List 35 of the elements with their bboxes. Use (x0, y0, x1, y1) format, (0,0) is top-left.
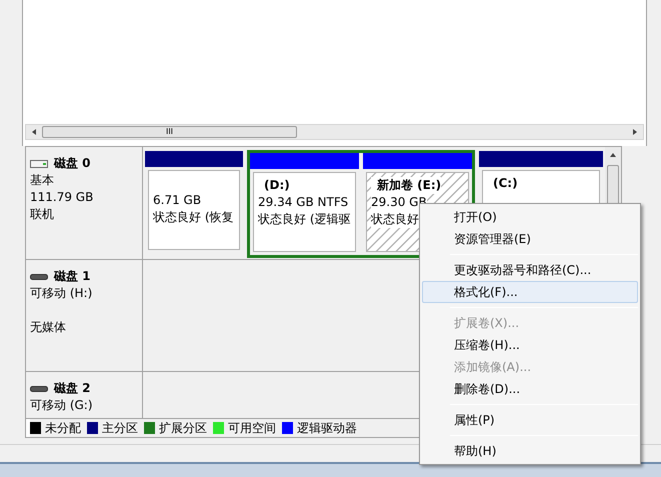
disk-info: 111.79 GB (30, 189, 94, 206)
menu-item[interactable]: 删除卷(D)... (422, 378, 638, 400)
legend-label: 主分区 (102, 420, 138, 437)
disk-info: 基本 (30, 172, 55, 189)
legend-label: 扩展分区 (159, 420, 207, 437)
disk-name: 磁盘 0 (54, 155, 91, 172)
menu-item[interactable]: 帮助(H) (422, 440, 638, 462)
disk-name: 磁盘 2 (54, 380, 91, 397)
legend-label: 逻辑驱动器 (297, 420, 357, 437)
legend-label: 可用空间 (228, 420, 276, 437)
disk-info: 联机 (30, 206, 55, 223)
disk-label-panel[interactable]: 磁盘 2 可移动 (G:) (26, 372, 143, 418)
disk-info: 可移动 (H:) (30, 285, 94, 302)
removable-drive-icon (30, 384, 48, 392)
hard-drive-icon (30, 158, 48, 168)
disk-media-status: 无媒体 (30, 319, 67, 336)
menu-item[interactable]: 属性(P) (422, 409, 638, 431)
volume-name: 新加卷 (E:) (371, 177, 442, 194)
legend-label: 未分配 (45, 420, 81, 437)
disk-name: 磁盘 1 (54, 268, 91, 285)
volume-info: 状态良好 (恢复 (153, 209, 234, 226)
disk-label-panel[interactable]: 磁盘 0 基本 111.79 GB 联机 (26, 147, 143, 259)
removable-drive-icon (30, 272, 48, 280)
horizontal-scrollbar[interactable]: III (25, 124, 644, 140)
volume-info: 状态良好 (逻辑驱 (258, 211, 350, 228)
scroll-left-icon[interactable] (30, 128, 38, 136)
menu-item[interactable]: 格式化(F)... (422, 281, 638, 303)
scroll-right-icon[interactable] (631, 128, 639, 136)
menu-item[interactable]: 压缩卷(H)... (422, 334, 638, 356)
menu-item[interactable]: 更改驱动器号和路径(C)... (422, 259, 638, 281)
volume-info: 状态良好 (371, 211, 419, 228)
scrollbar-thumb[interactable]: III (42, 126, 297, 138)
disk-info: 可移动 (G:) (30, 397, 94, 414)
scroll-up-icon[interactable] (609, 151, 617, 159)
disk-label-panel[interactable]: 磁盘 1 可移动 (H:) 无媒体 (26, 260, 143, 371)
